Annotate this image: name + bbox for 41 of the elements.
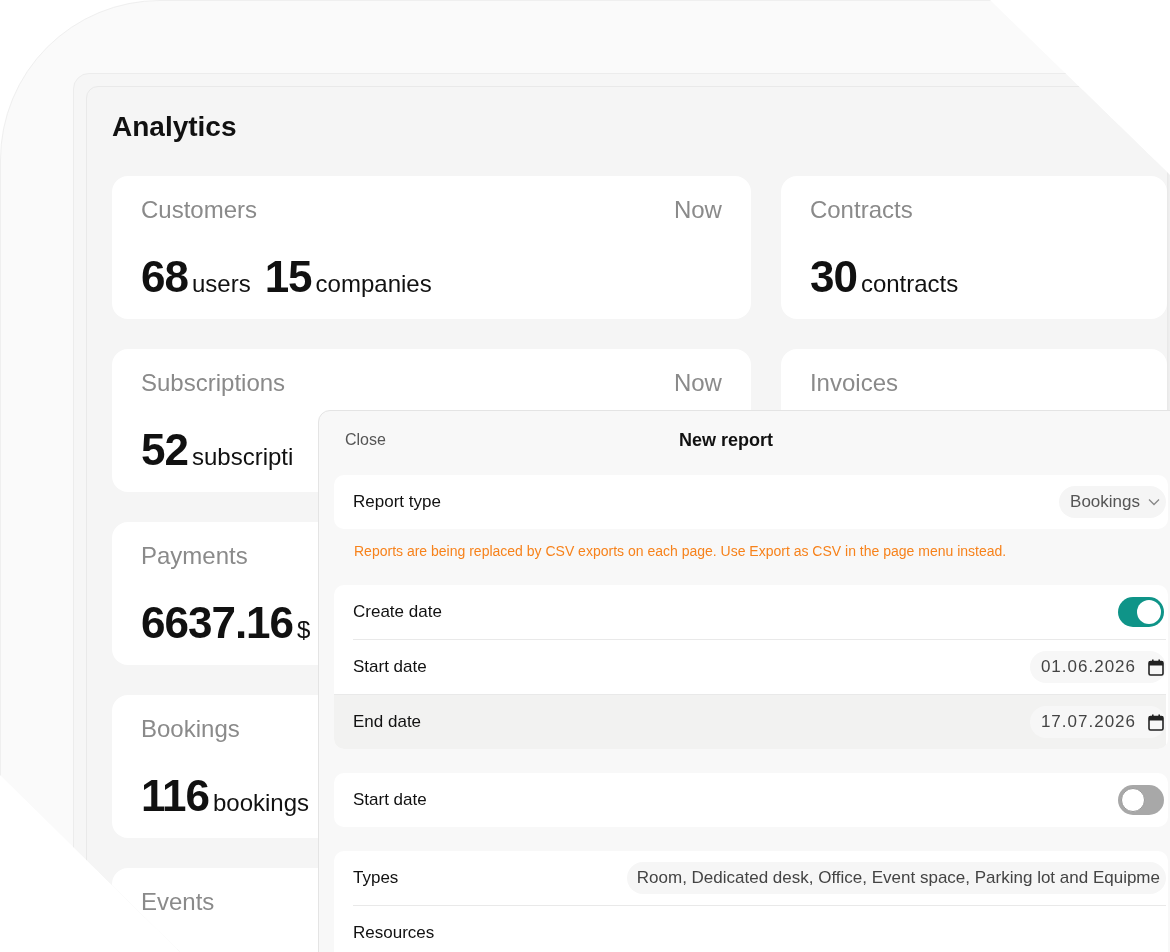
card-title: Invoices: [809, 369, 898, 397]
field-label: Create date: [353, 602, 442, 622]
field-label: Report type: [353, 492, 441, 512]
stat-unit: subscripti: [191, 443, 294, 471]
card-title: Events: [141, 888, 215, 916]
calendar-icon: [1148, 658, 1164, 676]
chevron-down-icon: [1148, 498, 1160, 506]
field-label: Types: [353, 868, 399, 888]
stat-value: 52: [141, 425, 188, 475]
types-field[interactable]: Room, Dedicated desk, Office, Event space, Parking lot and Equipme: [626, 862, 1166, 894]
toggle-switch[interactable]: [1118, 597, 1164, 627]
stat-unit: users: [191, 270, 251, 298]
stat-unit: companies: [315, 270, 432, 298]
stat-value: 6637.16: [141, 598, 294, 648]
close-button[interactable]: Close: [345, 431, 386, 449]
period-label: Now: [673, 369, 722, 397]
field-label: Resources: [353, 923, 435, 943]
card-title: Contracts: [809, 196, 913, 224]
page-title: Analytics: [112, 111, 238, 144]
toggle-switch[interactable]: [1118, 785, 1164, 815]
stat-unit: $: [297, 616, 311, 644]
date-field[interactable]: 01.06.2026: [1029, 651, 1166, 683]
period-label: Now: [673, 196, 722, 224]
card-title: Bookings: [141, 715, 240, 743]
card-title: Subscriptions: [141, 369, 286, 397]
card-title: Customers: [141, 196, 258, 224]
field-label: Start date: [353, 657, 427, 677]
field-label: End date: [353, 712, 422, 732]
dialog-title: New report: [679, 429, 773, 450]
warning-note: Reports are being replaced by CSV exports on each page. Use Export as CSV in the page menu instead.: [354, 543, 1008, 559]
stat-unit: contracts: [860, 270, 959, 298]
card-title: Payments: [141, 542, 248, 570]
date-field[interactable]: 17.07.2026: [1029, 706, 1166, 738]
stat-unit: bookings: [213, 789, 310, 817]
stat-value: 68: [141, 252, 188, 302]
stat-value: 30: [809, 252, 857, 302]
field-label: Start date: [353, 790, 427, 810]
report-type-dropdown[interactable]: Bookings: [1059, 486, 1166, 518]
calendar-icon: [1148, 713, 1164, 731]
stat-value: 116: [141, 771, 209, 821]
stat-value: 15: [264, 252, 312, 302]
